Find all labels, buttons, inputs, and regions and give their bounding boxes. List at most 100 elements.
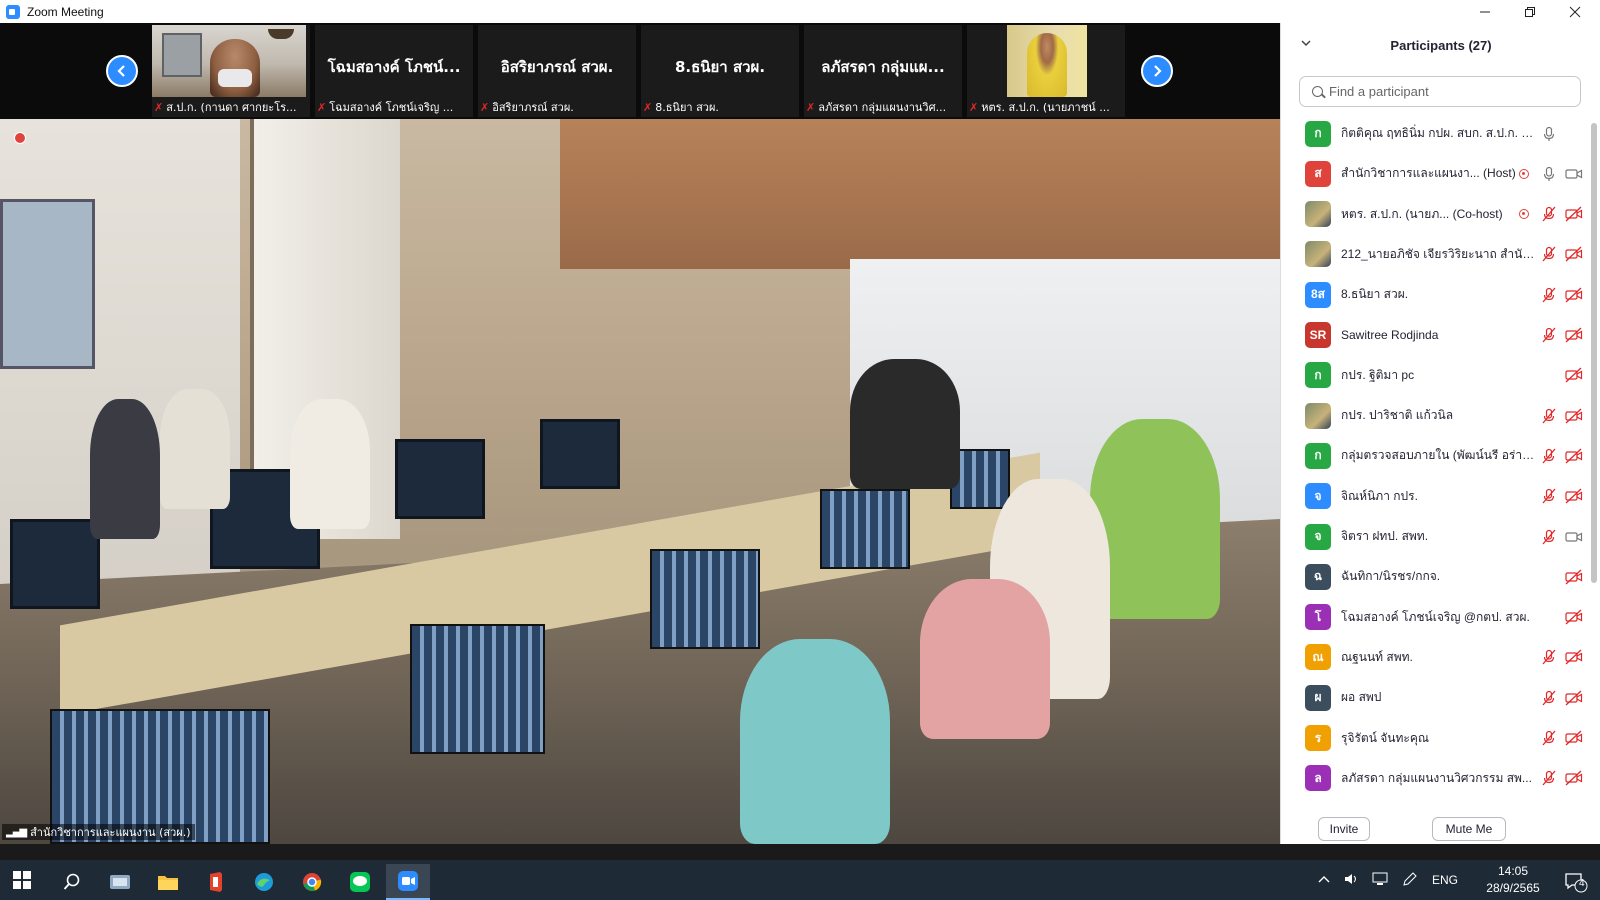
taskbar-app[interactable] — [338, 864, 382, 900]
mic-muted-icon: ✗ — [643, 100, 653, 114]
mute-me-button[interactable]: Mute Me — [1432, 817, 1506, 841]
main-video[interactable]: ▂▄▆ สำนักวิชาการและแผนงาน (สวผ.) — [0, 119, 1280, 844]
video-tile[interactable]: ลภัสรดา กลุ่มแผ... ✗ ลภัสรดา กลุ่มแผนงาน… — [804, 25, 962, 117]
collapse-panel-button[interactable] — [1301, 37, 1311, 51]
input-language-button[interactable]: ENG — [1432, 873, 1458, 887]
tile-name: อิสริยาภรณ์ สวผ. — [500, 58, 614, 76]
video-camera-off-icon — [1565, 649, 1583, 665]
participant-row[interactable]: จ จิตรา ฝทป. สพท. — [1281, 516, 1591, 557]
zoom-icon — [398, 871, 418, 891]
video-tile[interactable]: 8.ธนิยา สวผ. ✗ 8.ธนิยา สวผ. — [641, 25, 799, 117]
microphone-muted-icon — [1541, 287, 1557, 303]
notification-center-button[interactable]: 4 — [1556, 864, 1596, 900]
clock-date: 28/9/2565 — [1486, 881, 1540, 895]
video-camera-off-icon — [1565, 609, 1583, 625]
pen-button[interactable] — [1402, 871, 1418, 890]
search-icon — [63, 873, 80, 890]
tile-caption: ✗ อิสริยาภรณ์ สวผ. — [480, 100, 574, 115]
minimize-button[interactable] — [1462, 0, 1508, 23]
participants-header: Participants (27) — [1281, 23, 1600, 67]
tile-caption: ✗ ส.ป.ก. (กานดา ศากยะโร... — [154, 100, 297, 115]
avatar: ล — [1305, 765, 1331, 792]
participant-name: รุจิรัตน์ จันทะคุณ — [1341, 730, 1430, 745]
participant-status-icons — [1511, 527, 1591, 547]
participant-name: Sawitree Rodjinda — [1341, 328, 1439, 342]
microphone-muted-icon — [1541, 649, 1557, 665]
participant-status-icons — [1511, 567, 1591, 587]
participant-status-icons — [1511, 285, 1591, 305]
participant-row[interactable]: ร รุจิรัตน์ จันทะคุณ — [1281, 718, 1591, 759]
participant-name: หตร. ส.ป.ก. (นายภ... (Co-host) — [1341, 206, 1503, 221]
recording-icon — [1519, 209, 1529, 220]
office-icon — [210, 872, 222, 892]
explorer-icon — [110, 875, 130, 889]
participants-title: Participants (27) — [1390, 37, 1492, 53]
participant-row[interactable]: 8ส 8.ธนิยา สวผ. — [1281, 274, 1591, 315]
avatar: ฉ — [1305, 563, 1331, 590]
taskbar-search-button[interactable] — [50, 864, 94, 900]
maximize-button[interactable] — [1507, 0, 1553, 23]
participant-name: 8.ธนิยา สวผ. — [1341, 287, 1409, 302]
taskbar-app[interactable] — [98, 864, 142, 900]
video-tile[interactable]: อิสริยาภรณ์ สวผ. ✗ อิสริยาภรณ์ สวผ. — [478, 25, 636, 117]
signal-bars-icon: ▂▄▆ — [6, 826, 27, 838]
video-tile[interactable]: ✗ ส.ป.ก. (กานดา ศากยะโร... — [152, 25, 310, 117]
taskbar-app-active[interactable] — [386, 864, 430, 900]
video-camera-off-icon — [1565, 287, 1583, 303]
taskbar-clock[interactable]: 14:05 28/9/2565 — [1478, 863, 1548, 897]
windows-taskbar: ENG 14:05 28/9/2565 4 — [0, 860, 1600, 900]
participant-row[interactable]: หตร. ส.ป.ก. (นายภ... (Co-host) — [1281, 194, 1591, 235]
participant-status-icons — [1511, 768, 1591, 788]
volume-button[interactable] — [1344, 872, 1360, 889]
participant-status-icons — [1511, 607, 1591, 627]
participant-status-icons — [1511, 406, 1591, 426]
start-button[interactable] — [13, 871, 31, 889]
participant-row[interactable]: ณ ณฐนนท์ สพท. — [1281, 637, 1591, 678]
window-title: Zoom Meeting — [27, 4, 104, 19]
participant-search-input[interactable] — [1329, 84, 1569, 99]
taskbar-app[interactable] — [194, 864, 238, 900]
mic-muted-icon: ✗ — [154, 100, 164, 114]
participant-row[interactable]: 212_นายอภิชัจ เจียรวิริยะนาถ สำนัก... — [1281, 234, 1591, 275]
participant-name: จิณห์นิภา กปร. — [1341, 488, 1418, 503]
edge-icon — [255, 873, 273, 891]
participant-name: สำนักวิชาการและแผนงา... (Host) — [1341, 166, 1516, 181]
close-button[interactable] — [1552, 0, 1598, 23]
participant-name: 212_นายอภิชัจ เจียรวิริยะนาถ สำนัก... — [1341, 246, 1537, 261]
taskbar-app[interactable] — [290, 864, 334, 900]
participant-row[interactable]: กปร. ปาริชาติ แก้วนิล — [1281, 395, 1591, 436]
participant-row[interactable]: ก กปร. ฐิติมา pc — [1281, 355, 1591, 396]
avatar: ก — [1305, 120, 1331, 147]
participant-list-scrollbar[interactable] — [1591, 123, 1597, 583]
participant-row[interactable]: ล ลภัสรดา กลุ่มแผนงานวิศวกรรม สพ... — [1281, 758, 1591, 799]
participant-row[interactable]: ผ ผอ สพป — [1281, 677, 1591, 718]
participant-row[interactable]: จ จิณห์นิภา กปร. — [1281, 476, 1591, 517]
avatar — [1305, 241, 1331, 268]
next-page-button[interactable] — [1141, 55, 1173, 87]
clock-time: 14:05 — [1497, 864, 1529, 878]
participant-row[interactable]: ก กิตติคุณ ฤทธินิ่ม กปผ. สบก. ส.ป.ก. (Me) — [1281, 113, 1591, 154]
participant-row[interactable]: ก กลุ่มตรวจสอบภายใน (พัฒน์นรี อร่าม... — [1281, 435, 1591, 476]
avatar: ส — [1305, 160, 1331, 187]
previous-page-button[interactable] — [106, 55, 138, 87]
show-hidden-icons-button[interactable] — [1318, 873, 1330, 887]
video-camera-off-icon — [1565, 206, 1583, 222]
participant-list[interactable]: ก กิตติคุณ ฤทธินิ่ม กปผ. สบก. ส.ป.ก. (Me)… — [1281, 113, 1591, 813]
participant-search[interactable] — [1299, 76, 1581, 107]
participants-panel: Participants (27) ก กิตติคุณ ฤทธินิ่ม กปผ… — [1280, 23, 1600, 844]
video-tile[interactable]: โฉมสอางค์ โภชน์... ✗ โฉมสอางค์ โภชน์เจริ… — [315, 25, 473, 117]
participant-status-icons — [1511, 325, 1591, 345]
video-tile[interactable]: ✗ หตร. ส.ป.ก. (นายภาชน์ ... — [967, 25, 1125, 117]
tile-caption: ✗ โฉมสอางค์ โภชน์เจริญ ... — [317, 100, 454, 115]
taskbar-app[interactable] — [146, 864, 190, 900]
participant-row[interactable]: โ โฉมสอางค์ โภชน์เจริญ @กตป. สวผ. — [1281, 597, 1591, 638]
network-button[interactable] — [1372, 872, 1390, 889]
participant-row[interactable]: ส สำนักวิชาการและแผนงา... (Host) — [1281, 153, 1591, 194]
mic-muted-icon: ✗ — [480, 100, 490, 114]
invite-button[interactable]: Invite — [1318, 817, 1370, 841]
participant-row[interactable]: SR Sawitree Rodjinda — [1281, 315, 1591, 356]
participant-row[interactable]: ฉ ฉันทิกา/นิรชร/กกจ. — [1281, 556, 1591, 597]
zoom-logo-icon — [6, 4, 20, 19]
microphone-muted-icon — [1541, 730, 1557, 746]
taskbar-app[interactable] — [242, 864, 286, 900]
